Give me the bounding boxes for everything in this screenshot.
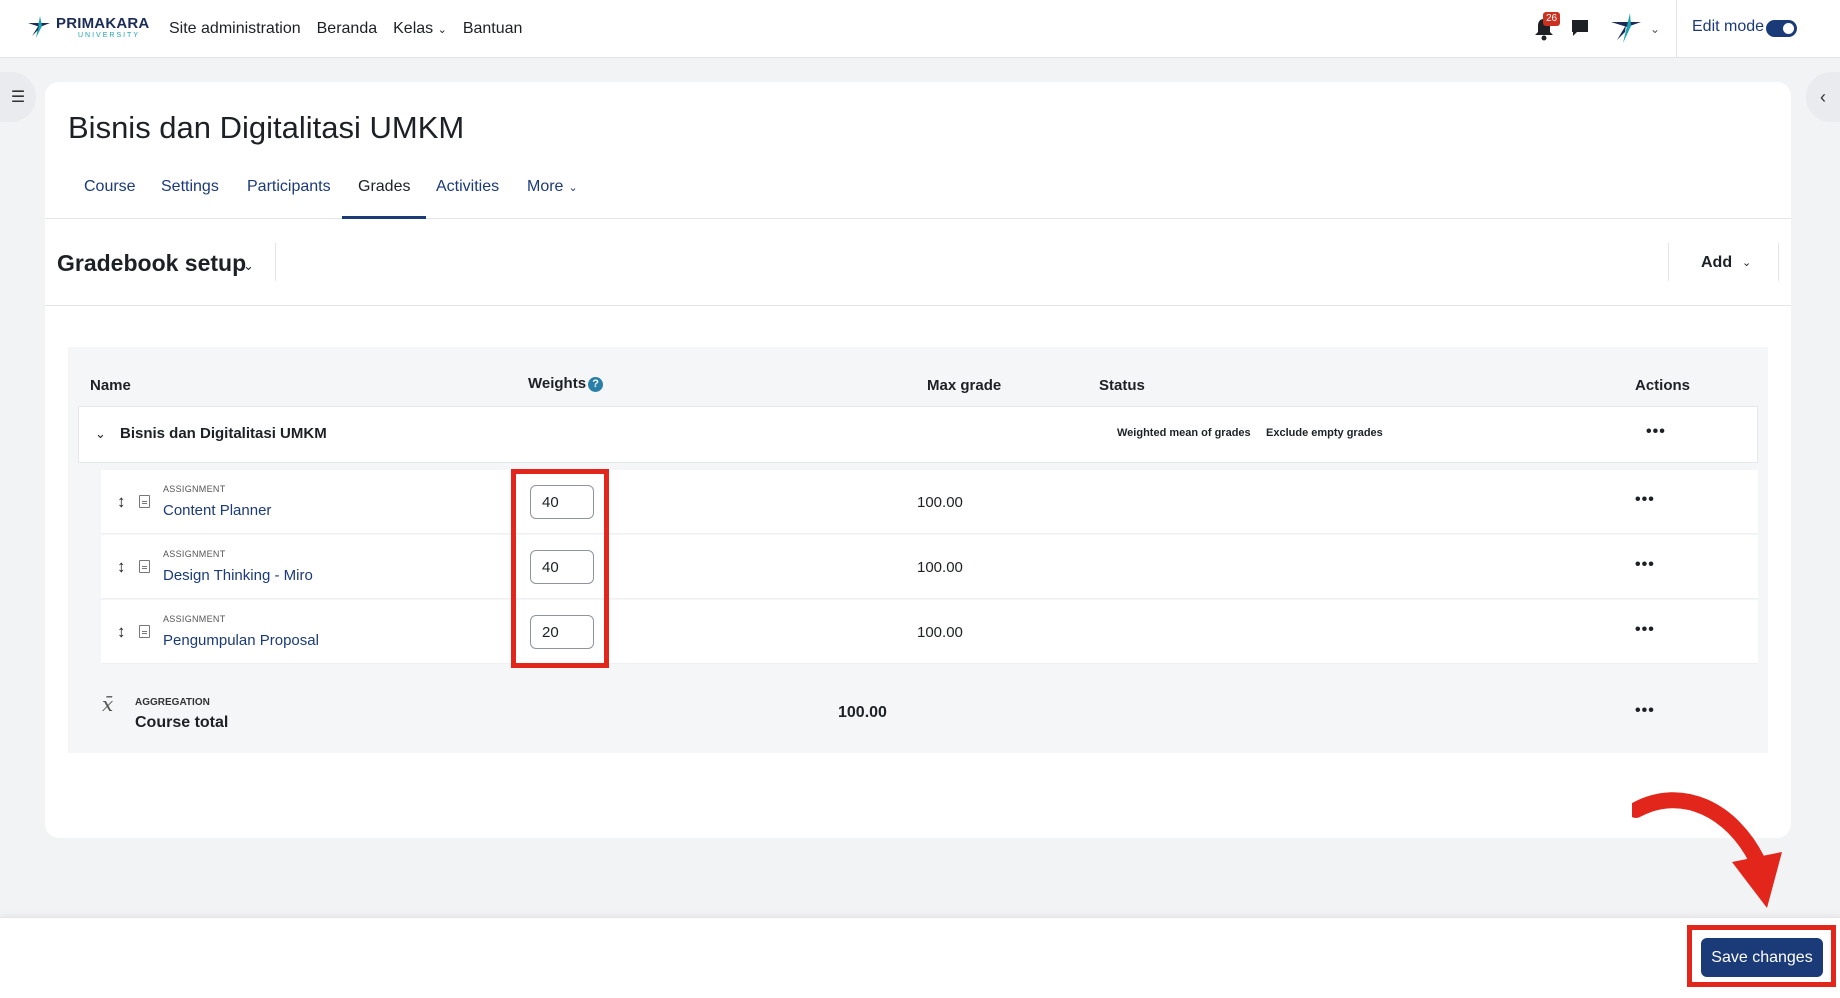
message-icon[interactable] — [1570, 18, 1590, 38]
chevron-down-icon[interactable]: ⌄ — [1742, 256, 1751, 269]
more-actions-icon[interactable]: ••• — [1635, 621, 1655, 639]
status-badge: Weighted mean of grades — [1117, 427, 1251, 439]
weights-highlight-box — [511, 469, 609, 668]
divider — [1778, 243, 1779, 281]
course-index-drawer-toggle[interactable]: ☰ — [0, 72, 36, 122]
course-total-row: x̄ AGGREGATION Course total 100.00 ••• — [78, 682, 1758, 742]
top-navbar: PRIMAKARA UNIVERSITY Site administration… — [0, 0, 1840, 58]
item-max-grade: 100.00 — [917, 624, 963, 641]
chevron-down-icon: ⌄ — [437, 24, 447, 36]
curved-arrow-annotation — [1632, 792, 1782, 908]
site-logo[interactable]: PRIMAKARA UNIVERSITY — [26, 14, 149, 40]
tab-more[interactable]: More ⌄ — [527, 167, 578, 219]
tab-more-label: More — [527, 178, 564, 195]
item-name-link[interactable]: Pengumpulan Proposal — [163, 632, 319, 649]
logo-sub-text: UNIVERSITY — [78, 31, 141, 39]
collapse-chevron-icon[interactable]: ⌄ — [95, 426, 106, 442]
item-name-link[interactable]: Content Planner — [163, 502, 271, 519]
edit-mode-toggle[interactable] — [1766, 20, 1797, 37]
grade-item-row: ↕ ASSIGNMENT Design Thinking - Miro 100.… — [101, 535, 1758, 599]
assignment-icon — [139, 495, 150, 508]
grade-item-row: ↕ ASSIGNMENT Content Planner 100.00 ••• — [101, 470, 1758, 534]
logo-main-text: PRIMAKARA — [56, 14, 150, 32]
more-actions-icon[interactable]: ••• — [1635, 556, 1655, 574]
course-total-label: Course total — [135, 714, 229, 731]
navbar-divider — [1676, 0, 1677, 58]
item-max-grade: 100.00 — [917, 559, 963, 576]
edit-mode-label: Edit mode — [1692, 18, 1765, 35]
chevron-down-icon: ⌄ — [565, 182, 578, 194]
more-actions-icon[interactable]: ••• — [1646, 423, 1666, 441]
nav-site-administration[interactable]: Site administration — [169, 20, 301, 38]
item-name-link[interactable]: Design Thinking - Miro — [163, 567, 313, 584]
category-name: Bisnis dan Digitalitasi UMKM — [120, 425, 327, 442]
divider — [1668, 243, 1669, 281]
assignment-icon — [139, 625, 150, 638]
nav-kelas-label: Kelas — [393, 20, 434, 37]
notification-badge: 26 — [1543, 12, 1561, 26]
column-header-max-grade: Max grade — [927, 377, 1002, 394]
column-header-status: Status — [1099, 377, 1145, 394]
user-menu-chevron-icon[interactable]: ⌄ — [1650, 22, 1660, 36]
item-max-grade: 100.00 — [917, 494, 963, 511]
aggregation-icon: x̄ — [102, 692, 114, 716]
save-highlight-box — [1687, 925, 1836, 987]
page-title: Bisnis dan Digitalitasi UMKM — [68, 110, 465, 145]
add-menu-button[interactable]: Add — [1701, 254, 1732, 272]
nav-beranda[interactable]: Beranda — [317, 20, 378, 38]
course-tabs: Course Settings Participants Grades Acti… — [45, 167, 1791, 219]
assignment-icon — [139, 560, 150, 573]
tab-activities[interactable]: Activities — [436, 167, 499, 219]
user-avatar[interactable] — [1608, 10, 1644, 46]
primakara-logo-icon — [28, 16, 50, 38]
gradebook-setup-selector[interactable]: Gradebook setup — [57, 250, 246, 277]
gradebook-header: Gradebook setup ⌄ Add ⌄ — [45, 220, 1791, 306]
nav-kelas[interactable]: Kelas ⌄ — [393, 20, 447, 38]
nav-bantuan[interactable]: Bantuan — [463, 20, 523, 38]
tab-participants[interactable]: Participants — [247, 167, 331, 219]
column-header-weights: Weights? — [528, 375, 604, 392]
move-icon[interactable]: ↕ — [117, 557, 126, 577]
divider — [275, 243, 276, 281]
tab-grades[interactable]: Grades — [342, 167, 427, 219]
primary-nav: Site administration Beranda Kelas ⌄ Bant… — [169, 0, 522, 58]
main-content-card: Bisnis dan Digitalitasi UMKM Course Sett… — [45, 82, 1791, 838]
status-badge: Exclude empty grades — [1266, 427, 1383, 439]
course-total-max-grade: 100.00 — [838, 704, 887, 721]
category-row: ⌄ Bisnis dan Digitalitasi UMKM Weighted … — [78, 406, 1758, 463]
item-type-label: ASSIGNMENT — [163, 484, 226, 494]
more-actions-icon[interactable]: ••• — [1635, 491, 1655, 509]
move-icon[interactable]: ↕ — [117, 622, 126, 642]
column-header-name: Name — [90, 377, 131, 394]
chevron-down-icon[interactable]: ⌄ — [243, 258, 254, 274]
item-type-label: ASSIGNMENT — [163, 614, 226, 624]
list-icon: ☰ — [10, 89, 26, 106]
tab-settings[interactable]: Settings — [161, 167, 219, 219]
column-header-actions: Actions — [1635, 377, 1691, 394]
help-icon[interactable]: ? — [588, 376, 604, 392]
weights-label: Weights — [528, 375, 587, 392]
sticky-footer — [0, 917, 1840, 998]
tab-course[interactable]: Course — [84, 167, 136, 219]
gradebook-table: Name Weights? Max grade Status Actions ⌄… — [68, 347, 1768, 753]
chevron-left-icon: ‹ — [1820, 86, 1826, 107]
item-type-label: ASSIGNMENT — [163, 549, 226, 559]
aggregation-type-label: AGGREGATION — [135, 697, 210, 708]
more-actions-icon[interactable]: ••• — [1635, 702, 1655, 720]
move-icon[interactable]: ↕ — [117, 492, 126, 512]
block-drawer-toggle[interactable]: ‹ — [1806, 72, 1840, 122]
grade-item-row: ↕ ASSIGNMENT Pengumpulan Proposal 100.00… — [101, 600, 1758, 664]
